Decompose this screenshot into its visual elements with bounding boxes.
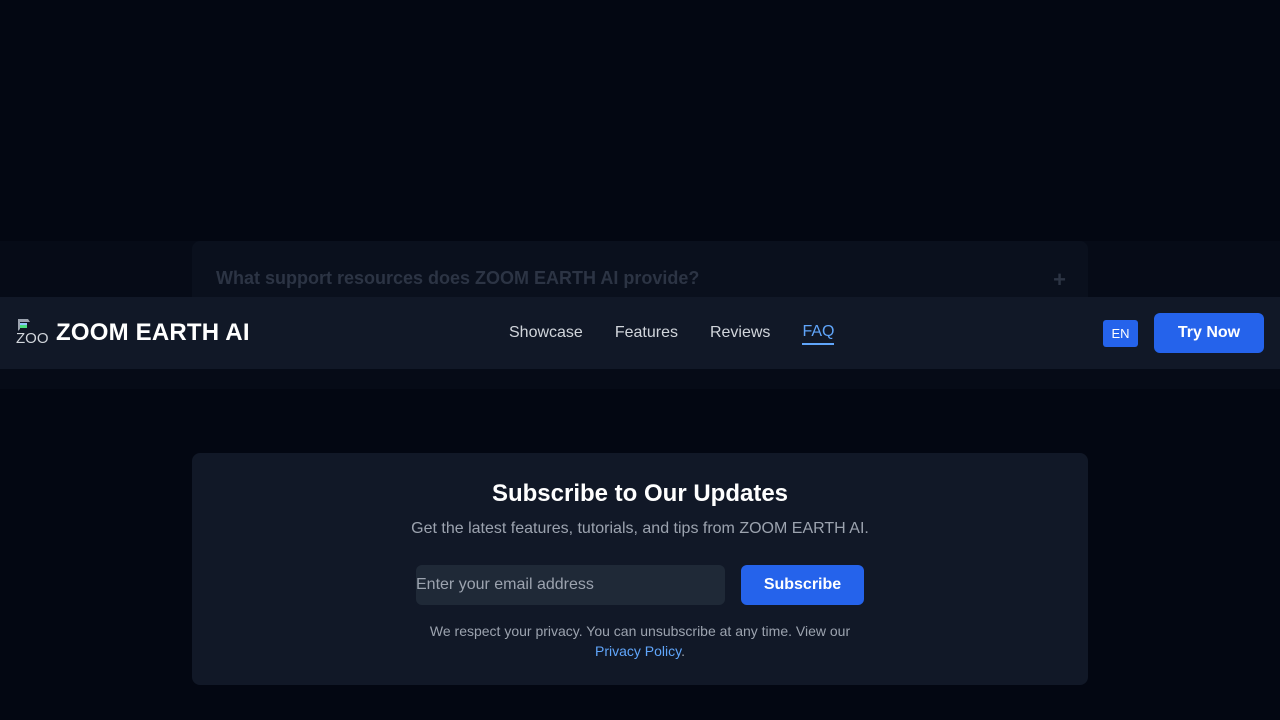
subscribe-title: Subscribe to Our Updates: [491, 480, 789, 507]
logo-alt-text: ZOOM EARTH AI: [16, 330, 48, 347]
nav-link-reviews[interactable]: Reviews: [710, 322, 770, 344]
faq-question: What support resources does ZOOM EARTH A…: [216, 268, 700, 288]
privacy-text: We respect your privacy. You can unsubsc…: [429, 623, 851, 639]
subscribe-card: Subscribe to Our Updates Get the latest …: [192, 453, 1088, 685]
logo-icon: ZOOM EARTH AI: [16, 317, 48, 349]
email-input[interactable]: [416, 565, 725, 605]
nav-link-showcase[interactable]: Showcase: [509, 322, 583, 344]
try-now-button[interactable]: Try Now: [1154, 313, 1264, 353]
subscribe-button[interactable]: Subscribe: [741, 565, 864, 605]
nav-link-features[interactable]: Features: [615, 322, 678, 344]
privacy-note: We respect your privacy. You can unsubsc…: [424, 621, 856, 661]
subscribe-description: Get the latest features, tutorials, and …: [411, 520, 869, 537]
plus-icon[interactable]: +: [1053, 267, 1066, 293]
nav-link-faq[interactable]: FAQ: [802, 321, 835, 345]
privacy-end: .: [681, 643, 685, 659]
nav-links: Showcase Features Reviews FAQ: [509, 297, 866, 369]
privacy-policy-link[interactable]: Privacy Policy: [595, 643, 681, 659]
brand[interactable]: ZOOM EARTH AI ZOOM EARTH AI: [16, 317, 250, 349]
brand-name: ZOOM EARTH AI: [56, 319, 250, 346]
navbar: ZOOM EARTH AI ZOOM EARTH AI Showcase Fea…: [0, 297, 1280, 369]
language-button[interactable]: EN: [1103, 320, 1138, 347]
